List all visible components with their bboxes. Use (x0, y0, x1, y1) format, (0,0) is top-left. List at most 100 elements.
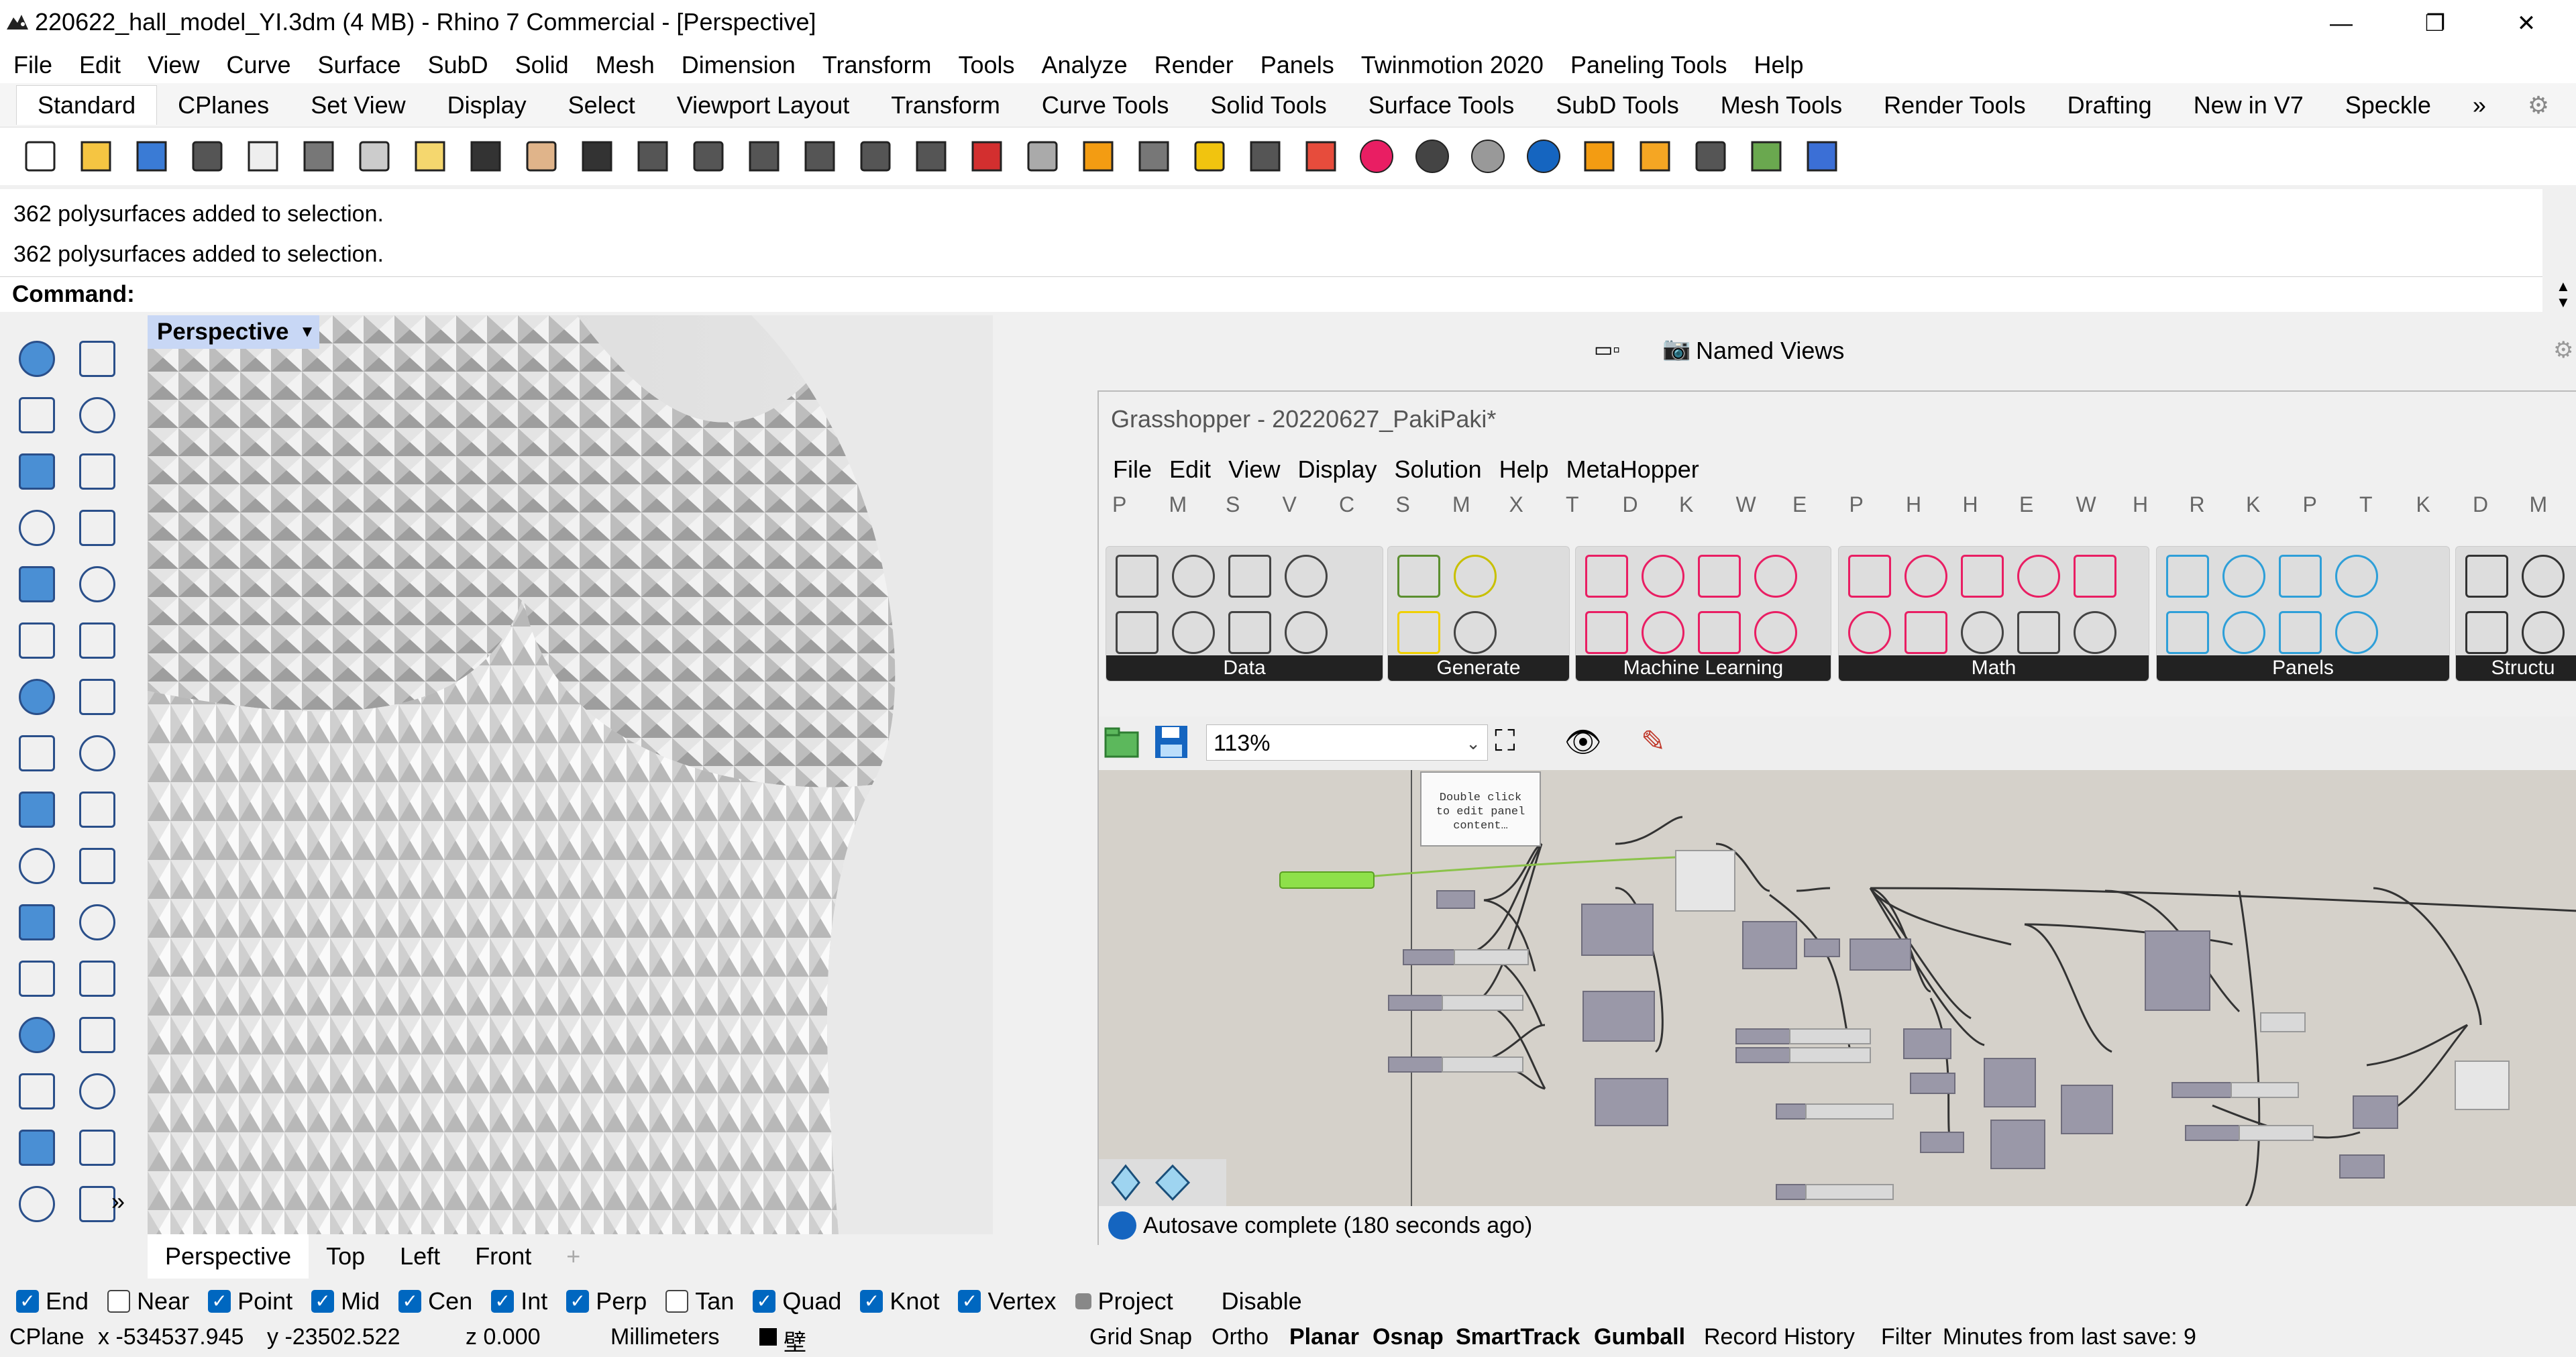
component-tab-letter[interactable]: H (1906, 492, 1963, 523)
component-icon[interactable] (2279, 611, 2322, 654)
component-tab-letter[interactable]: W (2076, 492, 2133, 523)
snap-tool-button[interactable] (1130, 132, 1178, 180)
named-views-tab[interactable]: Named Views (1696, 337, 1844, 365)
checkbox[interactable]: ✓ (566, 1290, 589, 1313)
units-label[interactable]: Millimeters (610, 1324, 719, 1350)
command-input[interactable] (141, 280, 2532, 309)
component-icon[interactable] (1904, 611, 1947, 654)
panel-tiles-icon[interactable] (1099, 1159, 1226, 1206)
checkbox[interactable]: ✓ (398, 1290, 421, 1313)
zoom-extents-tool-button[interactable] (740, 132, 788, 180)
save-tool-button[interactable] (127, 132, 176, 180)
menu-item-analyze[interactable]: Analyze (1028, 51, 1141, 79)
component-tab-letter[interactable]: P (2303, 492, 2360, 523)
perspective-viewport[interactable] (148, 315, 993, 1234)
light-tool-button[interactable] (1185, 132, 1234, 180)
component-icon[interactable] (1454, 555, 1497, 598)
osnap-vertex[interactable]: ✓Vertex (958, 1287, 1056, 1315)
component-icon[interactable] (2222, 611, 2265, 654)
component-icon[interactable] (2522, 555, 2565, 598)
component-icon[interactable] (1172, 555, 1215, 598)
tab-viewport-layout[interactable]: Viewport Layout (656, 86, 871, 125)
save-button[interactable] (1152, 723, 1190, 761)
component-icon[interactable] (1285, 611, 1328, 654)
component-tab-letter[interactable]: C (1339, 492, 1396, 523)
cut-tool-button[interactable] (294, 132, 343, 180)
ortho-toggle[interactable]: Ortho (1212, 1324, 1269, 1350)
panel-layout-icon[interactable]: ▭▫ (1594, 338, 1620, 362)
layer-tool-button[interactable] (1297, 132, 1345, 180)
blend-tool[interactable] (74, 955, 121, 1002)
restore-button[interactable]: ❐ (2395, 0, 2475, 47)
filter-toggle[interactable]: Filter (1881, 1324, 1932, 1350)
edit-tool[interactable] (74, 1068, 121, 1115)
component-icon[interactable] (1228, 611, 1271, 654)
component-tab-letter[interactable]: W (1736, 492, 1793, 523)
checkbox[interactable]: ✓ (491, 1290, 514, 1313)
component-tab-letter[interactable]: K (2416, 492, 2473, 523)
tab-set-view[interactable]: Set View (290, 86, 426, 125)
component-tab-letter[interactable]: H (1963, 492, 2020, 523)
component-icon[interactable] (2522, 611, 2565, 654)
record-history-toggle[interactable]: Record History (1704, 1324, 1855, 1350)
checkbox[interactable]: ✓ (753, 1290, 775, 1313)
render-tool[interactable] (74, 1124, 121, 1171)
component-tab-letter[interactable]: H (2133, 492, 2190, 523)
menu-item-surface[interactable]: Surface (304, 51, 414, 79)
preview-button[interactable]: 👁 (1564, 724, 1618, 762)
four-viewports-tool-button[interactable] (907, 132, 955, 180)
component-tab-letter[interactable]: D (1623, 492, 1680, 523)
osnap-project[interactable]: Project (1075, 1287, 1173, 1315)
component-tab-letter[interactable]: E (2019, 492, 2076, 523)
component-icon[interactable] (2074, 611, 2116, 654)
tab-select[interactable]: Select (547, 86, 656, 125)
osnap-perp[interactable]: ✓Perp (566, 1287, 647, 1315)
checkbox[interactable] (1192, 1290, 1215, 1313)
color-wheel-tool-button[interactable] (1352, 132, 1401, 180)
osnap-point[interactable]: ✓Point (208, 1287, 292, 1315)
split-tool[interactable] (13, 843, 60, 889)
gh-menu-file[interactable]: File (1104, 455, 1161, 484)
rectangle-tool[interactable] (74, 504, 121, 551)
component-tab-letter[interactable]: K (1679, 492, 1736, 523)
checkbox[interactable]: ✓ (208, 1290, 231, 1313)
transform-tool[interactable] (13, 786, 60, 833)
component-icon[interactable] (1698, 611, 1741, 654)
component-icon[interactable] (1961, 555, 2004, 598)
component-tab-letter[interactable]: S (1396, 492, 1453, 523)
component-tab-letter[interactable]: R (2190, 492, 2247, 523)
tabs-overflow-button[interactable]: » (2452, 86, 2507, 125)
gh-menu-metahopper[interactable]: MetaHopper (1558, 455, 1708, 484)
component-icon[interactable] (1848, 611, 1891, 654)
pen-tool-button[interactable] (1575, 132, 1623, 180)
component-tab-letter[interactable]: K (2246, 492, 2303, 523)
component-tab-letter[interactable]: V (1283, 492, 1340, 523)
component-icon[interactable] (2074, 555, 2116, 598)
tab-transform[interactable]: Transform (870, 86, 1021, 125)
circle-tool[interactable] (13, 448, 60, 495)
tab-new-in-v7[interactable]: New in V7 (2173, 86, 2324, 125)
component-icon[interactable] (2166, 611, 2209, 654)
component-icon[interactable] (1698, 555, 1741, 598)
grid-snap-toggle[interactable]: Grid Snap (1089, 1324, 1192, 1350)
grid-array-tool[interactable] (13, 1181, 60, 1228)
grasshopper-tool-button[interactable] (1742, 132, 1790, 180)
undo-tool-button[interactable] (462, 132, 510, 180)
dimension-tool[interactable] (74, 1012, 121, 1059)
component-icon[interactable] (1585, 611, 1628, 654)
menu-item-view[interactable]: View (134, 51, 213, 79)
component-tab-letter[interactable]: D (2473, 492, 2530, 523)
component-icon[interactable] (1585, 555, 1628, 598)
menu-item-transform[interactable]: Transform (809, 51, 945, 79)
move-tool[interactable] (74, 786, 121, 833)
open-folder-tool-button[interactable] (72, 132, 120, 180)
gh-menu-solution[interactable]: Solution (1386, 455, 1491, 484)
osnap-near[interactable]: Near (107, 1287, 189, 1315)
command-scrollbar[interactable]: ▲ ▼ (2546, 189, 2576, 311)
tab-speckle[interactable]: Speckle (2324, 86, 2452, 125)
tab-subd-tools[interactable]: SubD Tools (1535, 86, 1699, 125)
component-tab-letter[interactable]: M (1169, 492, 1226, 523)
menu-item-file[interactable]: File (0, 51, 66, 79)
gh-menu-help[interactable]: Help (1491, 455, 1558, 484)
component-icon[interactable] (2017, 611, 2060, 654)
